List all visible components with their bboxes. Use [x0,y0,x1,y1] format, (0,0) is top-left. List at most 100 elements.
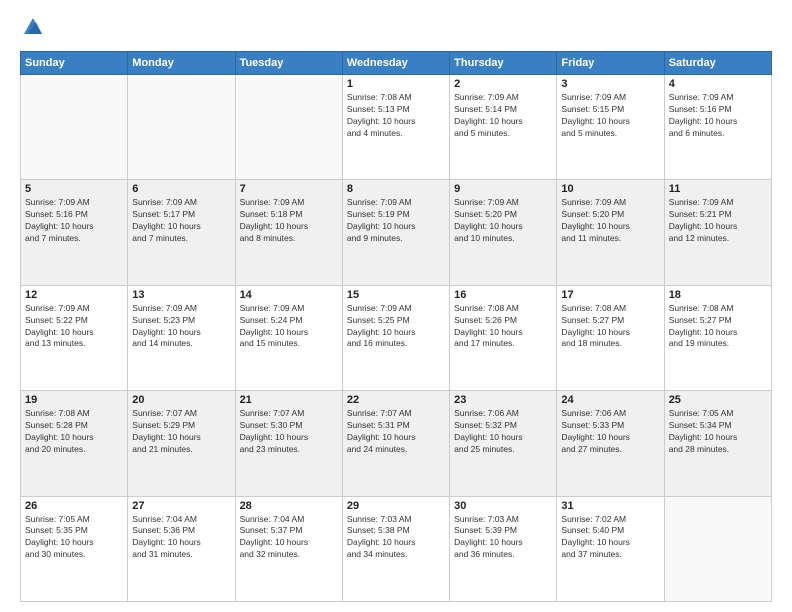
day-info: Sunrise: 7:09 AM Sunset: 5:16 PM Dayligh… [25,197,123,245]
day-cell: 29 Sunrise: 7:03 AM Sunset: 5:38 PM Dayli… [342,496,449,601]
day-info: Sunrise: 7:09 AM Sunset: 5:15 PM Dayligh… [561,92,659,140]
weekday-wednesday: Wednesday [342,52,449,75]
day-info: Sunrise: 7:09 AM Sunset: 5:18 PM Dayligh… [240,197,338,245]
day-cell: 18 Sunrise: 7:08 AM Sunset: 5:27 PM Dayli… [664,285,771,390]
day-cell: 28 Sunrise: 7:04 AM Sunset: 5:37 PM Dayli… [235,496,342,601]
day-number: 13 [132,289,230,301]
day-number: 11 [669,183,767,195]
day-info: Sunrise: 7:08 AM Sunset: 5:27 PM Dayligh… [561,303,659,351]
day-info: Sunrise: 7:07 AM Sunset: 5:31 PM Dayligh… [347,408,445,456]
day-info: Sunrise: 7:09 AM Sunset: 5:16 PM Dayligh… [669,92,767,140]
logo [20,16,48,43]
day-cell: 16 Sunrise: 7:08 AM Sunset: 5:26 PM Dayli… [450,285,557,390]
day-info: Sunrise: 7:06 AM Sunset: 5:32 PM Dayligh… [454,408,552,456]
day-cell: 15Sunrise: 7:09 AM Sunset: 5:25 PM Dayli… [342,285,449,390]
day-info: Sunrise: 7:03 AM Sunset: 5:39 PM Dayligh… [454,514,552,562]
day-number: 26 [25,500,123,512]
day-number: 2 [454,78,552,90]
weekday-saturday: Saturday [664,52,771,75]
day-cell: 12 Sunrise: 7:09 AM Sunset: 5:22 PM Dayli… [21,285,128,390]
day-cell: 4 Sunrise: 7:09 AM Sunset: 5:16 PM Daylig… [664,75,771,180]
header [20,16,772,43]
day-info: Sunrise: 7:07 AM Sunset: 5:29 PM Dayligh… [132,408,230,456]
day-cell: 8 Sunrise: 7:09 AM Sunset: 5:19 PM Daylig… [342,180,449,285]
day-cell: 19 Sunrise: 7:08 AM Sunset: 5:28 PM Dayli… [21,391,128,496]
day-number: 30 [454,500,552,512]
day-info: Sunrise: 7:09 AM Sunset: 5:14 PM Dayligh… [454,92,552,140]
day-number: 23 [454,394,552,406]
day-cell [235,75,342,180]
week-row-2: 5 Sunrise: 7:09 AM Sunset: 5:16 PM Daylig… [21,180,772,285]
day-number: 21 [240,394,338,406]
day-info: Sunrise: 7:07 AM Sunset: 5:30 PM Dayligh… [240,408,338,456]
day-info: Sunrise: 7:06 AM Sunset: 5:33 PM Dayligh… [561,408,659,456]
weekday-sunday: Sunday [21,52,128,75]
day-cell: 27 Sunrise: 7:04 AM Sunset: 5:36 PM Dayli… [128,496,235,601]
day-cell: 30 Sunrise: 7:03 AM Sunset: 5:39 PM Dayli… [450,496,557,601]
week-row-1: 1Sunrise: 7:08 AM Sunset: 5:13 PM Daylig… [21,75,772,180]
day-number: 8 [347,183,445,195]
day-cell: 5 Sunrise: 7:09 AM Sunset: 5:16 PM Daylig… [21,180,128,285]
day-cell: 22 Sunrise: 7:07 AM Sunset: 5:31 PM Dayli… [342,391,449,496]
day-cell: 14Sunrise: 7:09 AM Sunset: 5:24 PM Dayli… [235,285,342,390]
day-cell: 2 Sunrise: 7:09 AM Sunset: 5:14 PM Daylig… [450,75,557,180]
day-number: 4 [669,78,767,90]
day-info: Sunrise: 7:09 AM Sunset: 5:22 PM Dayligh… [25,303,123,351]
day-number: 27 [132,500,230,512]
day-info: Sunrise: 7:09 AM Sunset: 5:20 PM Dayligh… [561,197,659,245]
day-number: 16 [454,289,552,301]
day-number: 17 [561,289,659,301]
day-number: 12 [25,289,123,301]
day-number: 19 [25,394,123,406]
day-number: 28 [240,500,338,512]
day-cell: 11 Sunrise: 7:09 AM Sunset: 5:21 PM Dayli… [664,180,771,285]
logo-icon [22,16,44,38]
day-number: 14 [240,289,338,301]
day-cell: 23 Sunrise: 7:06 AM Sunset: 5:32 PM Dayli… [450,391,557,496]
day-number: 18 [669,289,767,301]
day-cell: 24Sunrise: 7:06 AM Sunset: 5:33 PM Dayli… [557,391,664,496]
day-number: 29 [347,500,445,512]
weekday-thursday: Thursday [450,52,557,75]
day-info: Sunrise: 7:09 AM Sunset: 5:25 PM Dayligh… [347,303,445,351]
week-row-3: 12 Sunrise: 7:09 AM Sunset: 5:22 PM Dayli… [21,285,772,390]
day-cell: 17 Sunrise: 7:08 AM Sunset: 5:27 PM Dayli… [557,285,664,390]
day-number: 31 [561,500,659,512]
weekday-tuesday: Tuesday [235,52,342,75]
day-cell: 13 Sunrise: 7:09 AM Sunset: 5:23 PM Dayli… [128,285,235,390]
day-number: 1 [347,78,445,90]
day-number: 20 [132,394,230,406]
weekday-friday: Friday [557,52,664,75]
calendar-table: SundayMondayTuesdayWednesdayThursdayFrid… [20,51,772,602]
day-cell: 7 Sunrise: 7:09 AM Sunset: 5:18 PM Daylig… [235,180,342,285]
day-info: Sunrise: 7:09 AM Sunset: 5:21 PM Dayligh… [669,197,767,245]
day-cell: 1Sunrise: 7:08 AM Sunset: 5:13 PM Daylig… [342,75,449,180]
day-info: Sunrise: 7:08 AM Sunset: 5:27 PM Dayligh… [669,303,767,351]
day-cell: 3Sunrise: 7:09 AM Sunset: 5:15 PM Daylig… [557,75,664,180]
day-info: Sunrise: 7:05 AM Sunset: 5:34 PM Dayligh… [669,408,767,456]
day-cell [128,75,235,180]
day-number: 10 [561,183,659,195]
day-cell: 6 Sunrise: 7:09 AM Sunset: 5:17 PM Daylig… [128,180,235,285]
day-number: 25 [669,394,767,406]
day-number: 6 [132,183,230,195]
weekday-monday: Monday [128,52,235,75]
day-info: Sunrise: 7:03 AM Sunset: 5:38 PM Dayligh… [347,514,445,562]
day-number: 5 [25,183,123,195]
day-cell: 31Sunrise: 7:02 AM Sunset: 5:40 PM Dayli… [557,496,664,601]
day-info: Sunrise: 7:04 AM Sunset: 5:36 PM Dayligh… [132,514,230,562]
day-cell: 26Sunrise: 7:05 AM Sunset: 5:35 PM Dayli… [21,496,128,601]
day-info: Sunrise: 7:04 AM Sunset: 5:37 PM Dayligh… [240,514,338,562]
day-info: Sunrise: 7:09 AM Sunset: 5:23 PM Dayligh… [132,303,230,351]
day-info: Sunrise: 7:08 AM Sunset: 5:28 PM Dayligh… [25,408,123,456]
day-cell: 25 Sunrise: 7:05 AM Sunset: 5:34 PM Dayli… [664,391,771,496]
day-cell: 20 Sunrise: 7:07 AM Sunset: 5:29 PM Dayli… [128,391,235,496]
day-cell: 10 Sunrise: 7:09 AM Sunset: 5:20 PM Dayli… [557,180,664,285]
day-info: Sunrise: 7:09 AM Sunset: 5:17 PM Dayligh… [132,197,230,245]
day-number: 9 [454,183,552,195]
day-number: 7 [240,183,338,195]
day-info: Sunrise: 7:08 AM Sunset: 5:26 PM Dayligh… [454,303,552,351]
week-row-4: 19 Sunrise: 7:08 AM Sunset: 5:28 PM Dayli… [21,391,772,496]
day-info: Sunrise: 7:09 AM Sunset: 5:19 PM Dayligh… [347,197,445,245]
day-number: 22 [347,394,445,406]
